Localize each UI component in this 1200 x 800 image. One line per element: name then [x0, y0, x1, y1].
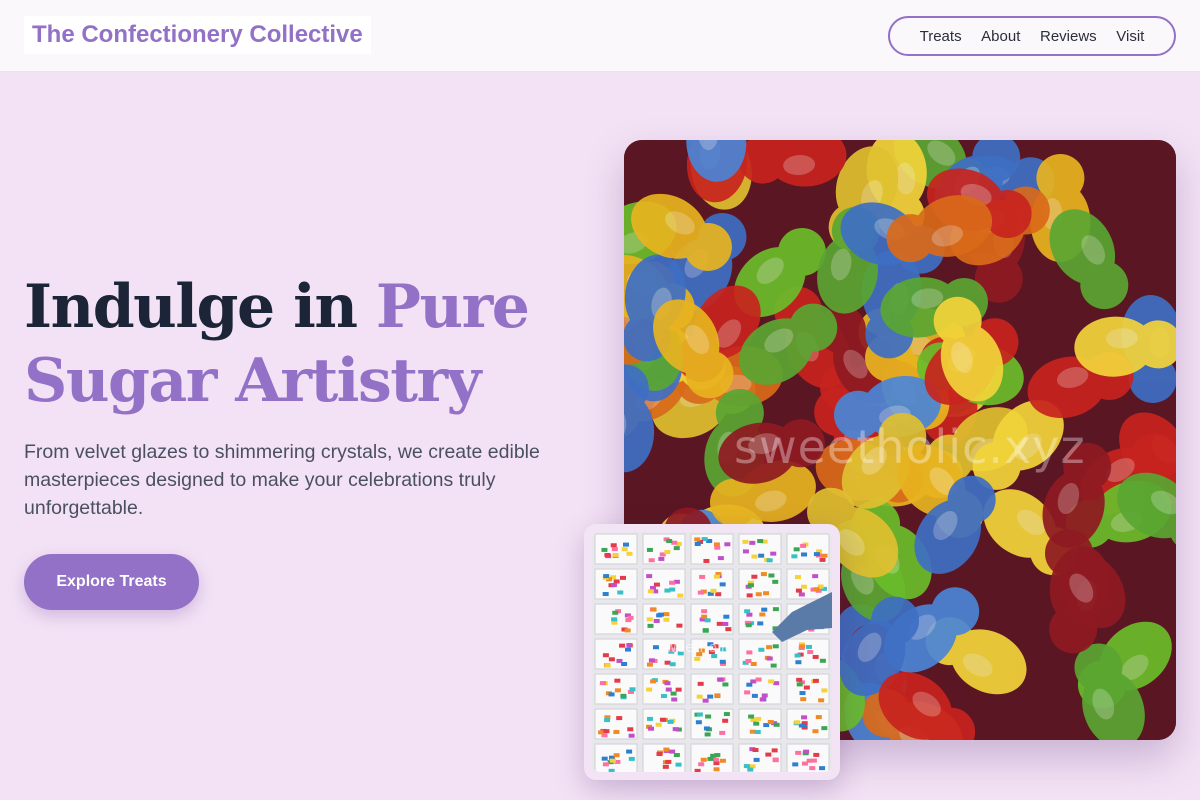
image-watermark: sweetholic.xyz	[734, 420, 1086, 474]
candy-bins-photo: sweetholic	[592, 532, 832, 772]
hero-headline: Indulge in Pure Sugar Artistry	[24, 270, 584, 418]
main-nav: Treats About Reviews Visit	[888, 16, 1176, 56]
nav-link-visit[interactable]: Visit	[1116, 28, 1144, 45]
headline-accent-2: Sugar Artistry	[24, 346, 481, 416]
site-logo[interactable]: The Confectionery Collective	[24, 16, 371, 54]
nav-link-reviews[interactable]: Reviews	[1040, 28, 1097, 45]
candy-bins-image: sweetholic	[584, 524, 840, 780]
sub-image-watermark: sweetholic	[658, 640, 733, 656]
nav-link-treats[interactable]: Treats	[920, 28, 962, 45]
site-header: The Confectionery Collective Treats Abou…	[0, 0, 1200, 72]
nav-link-about[interactable]: About	[981, 28, 1020, 45]
explore-treats-button[interactable]: Explore Treats	[24, 554, 199, 610]
headline-accent-1: Pure	[375, 272, 530, 342]
headline-part1: Indulge in	[24, 272, 376, 342]
hero-description: From velvet glazes to shimmering crystal…	[24, 441, 540, 519]
